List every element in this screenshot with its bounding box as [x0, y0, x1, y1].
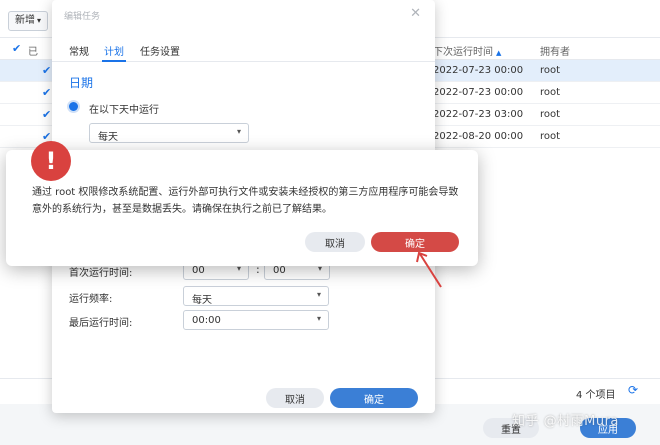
frequency-select[interactable]: 每天 ▾ — [183, 286, 329, 306]
active-tab-indicator — [102, 60, 126, 62]
chevron-down-icon: ▾ — [236, 127, 241, 136]
warning-icon: ! — [31, 141, 71, 181]
frequency-value: 每天 — [192, 295, 212, 306]
tab-task-settings[interactable]: 任务设置 — [140, 43, 180, 58]
alert-ok-button[interactable]: 确定 — [371, 232, 459, 252]
owner-cell: root — [540, 109, 561, 120]
next-run-column-label: 下次运行时间 — [433, 47, 493, 58]
run-on-days-radio[interactable] — [69, 102, 78, 111]
section-title-date: 日期 — [69, 76, 94, 90]
tab-bar: 常规 计划 任务设置 — [52, 38, 435, 62]
owner-cell: root — [540, 65, 561, 76]
dialog-cancel-button[interactable]: 取消 — [266, 388, 324, 408]
tab-general[interactable]: 常规 — [69, 43, 89, 58]
chevron-down-icon: ▾ — [316, 290, 321, 299]
next-run-cell: 2022-08-20 00:00 — [433, 131, 524, 142]
enabled-checkbox[interactable]: ✔ — [42, 64, 51, 77]
next-run-cell: 2022-07-23 00:00 — [433, 65, 524, 76]
first-run-time-label: 首次运行时间: — [69, 268, 133, 279]
last-run-time-value: 00:00 — [192, 315, 221, 326]
refresh-icon[interactable]: ⟳ — [628, 383, 638, 397]
frequency-label: 运行频率: — [69, 294, 113, 305]
new-button-label: 新增 — [15, 15, 35, 26]
day-select[interactable]: 每天 ▾ — [89, 123, 249, 143]
select-all-checkbox[interactable]: ✔ — [12, 42, 21, 55]
next-run-cell: 2022-07-23 03:00 — [433, 109, 524, 120]
alert-cancel-button[interactable]: 取消 — [305, 232, 365, 252]
run-on-days-label: 在以下天中运行 — [89, 105, 159, 116]
owner-cell: root — [540, 131, 561, 142]
enabled-checkbox[interactable]: ✔ — [42, 108, 51, 121]
watermark: 知乎 @村雨Mura — [512, 414, 619, 429]
next-run-cell: 2022-07-23 00:00 — [433, 87, 524, 98]
last-run-time-select[interactable]: 00:00 ▾ — [183, 310, 329, 330]
enabled-column-header[interactable]: 已 — [28, 43, 38, 58]
new-button[interactable]: 新增 ▾ — [8, 11, 49, 31]
chevron-down-icon: ▾ — [316, 314, 321, 323]
tab-schedule[interactable]: 计划 — [104, 43, 124, 58]
warning-alert: ! 通过 root 权限修改系统配置、运行外部可执行文件或安装未经授权的第三方应… — [6, 141, 478, 266]
dialog-ok-button[interactable]: 确定 — [330, 388, 418, 408]
first-run-minute-value: 00 — [273, 265, 286, 276]
close-icon[interactable]: ✕ — [410, 6, 421, 21]
first-run-hour-value: 00 — [192, 265, 205, 276]
day-select-value: 每天 — [98, 132, 118, 143]
sort-ascending-icon: ▲ — [496, 49, 502, 57]
chevron-down-icon: ▾ — [37, 16, 42, 25]
owner-cell: root — [540, 87, 561, 98]
enabled-checkbox[interactable]: ✔ — [42, 86, 51, 99]
warning-message: 通过 root 权限修改系统配置、运行外部可执行文件或安装未经授权的第三方应用程… — [32, 187, 459, 215]
owner-column-header[interactable]: 拥有者 — [540, 43, 570, 58]
dialog-title: 编辑任务 — [64, 12, 101, 22]
next-run-column-header[interactable]: 下次运行时间 ▲ — [433, 43, 501, 58]
item-count: 4 个项目 — [576, 390, 616, 401]
last-run-time-label: 最后运行时间: — [69, 318, 133, 329]
